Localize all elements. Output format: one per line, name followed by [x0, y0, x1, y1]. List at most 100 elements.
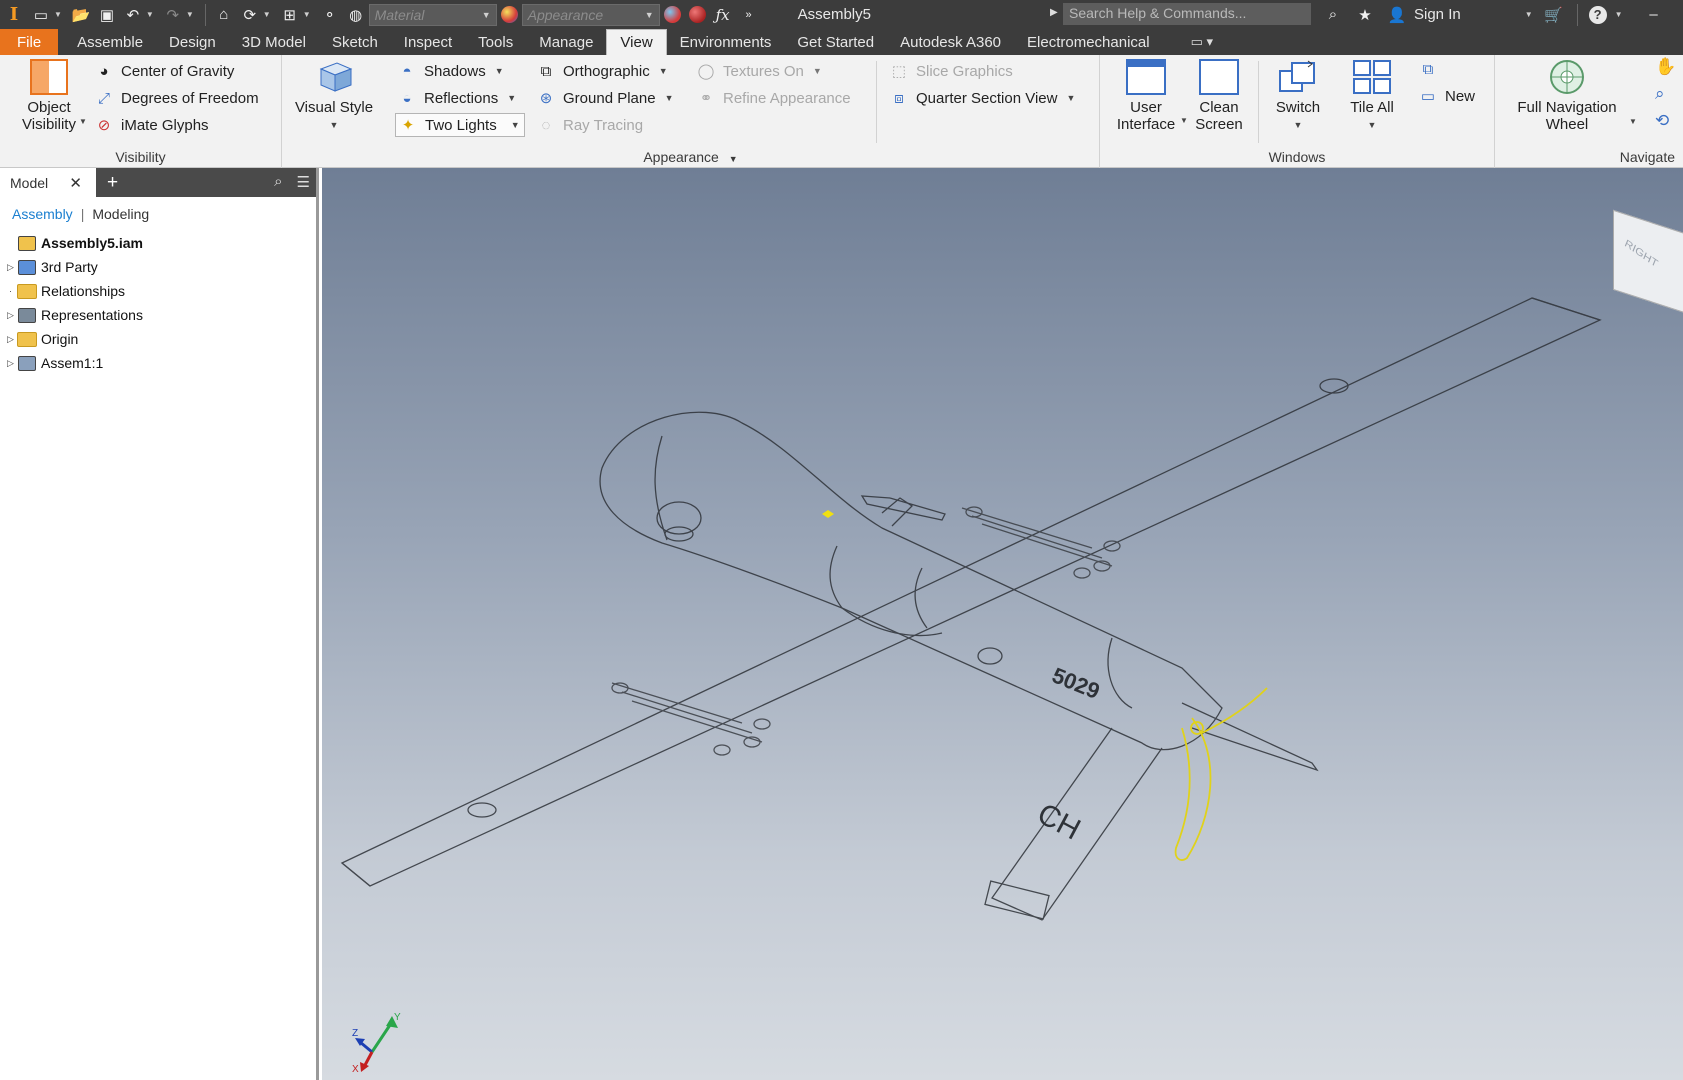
tree-node[interactable]: ▷ Representations	[4, 303, 316, 327]
textures-on-button[interactable]: ◯ Textures On ▼	[696, 59, 822, 83]
menu-icon[interactable]: ☰	[297, 173, 310, 191]
caret-right-icon[interactable]: ▶	[1050, 7, 1058, 18]
binoculars-icon[interactable]: ⌕	[1322, 3, 1344, 27]
overflow-icon[interactable]: »	[738, 3, 760, 27]
search-icon[interactable]: ⌕	[274, 173, 282, 191]
clear-appearance-icon[interactable]	[688, 6, 706, 23]
redo-dropdown-icon[interactable]: ▼	[186, 10, 194, 19]
switch-button[interactable]: Switch ▼	[1268, 59, 1328, 134]
new-dropdown-icon[interactable]: ▼	[54, 10, 62, 19]
select-icon[interactable]: ⊞	[279, 3, 301, 27]
orbit-icon[interactable]: ⟲	[1655, 111, 1676, 131]
help-icon[interactable]: ?	[1588, 5, 1607, 24]
expand-arrow-icon[interactable]: ▷	[4, 262, 17, 273]
cascade-button[interactable]: ⧉	[1418, 57, 1445, 81]
adjust-appearance-icon[interactable]	[663, 6, 681, 23]
add-browser-tab-icon[interactable]: +	[107, 172, 118, 194]
pan-hand-icon[interactable]: ✋	[1655, 57, 1676, 77]
measure-icon[interactable]: ⚬	[319, 3, 341, 27]
expand-arrow-icon[interactable]: ▷	[4, 334, 17, 345]
model-tab[interactable]: Model ✕	[0, 168, 96, 197]
tree-node[interactable]: ▷ Origin	[4, 327, 316, 351]
undo-dropdown-icon[interactable]: ▼	[146, 10, 154, 19]
degrees-of-freedom-button[interactable]: ⤢ Degrees of Freedom	[94, 86, 259, 110]
user-icon[interactable]: 👤	[1386, 3, 1408, 27]
select-dropdown-icon[interactable]: ▼	[303, 10, 311, 19]
tab-autodesk-a360[interactable]: Autodesk A360	[887, 29, 1014, 55]
save-icon[interactable]: ▣	[96, 3, 118, 27]
sign-in-dropdown-icon[interactable]: ▼	[1525, 10, 1533, 19]
tree-node[interactable]: ▷ Assem1:1	[4, 351, 316, 375]
redo-icon[interactable]: ↷	[162, 3, 184, 27]
expand-arrow-icon[interactable]: ▷	[4, 358, 17, 369]
center-of-gravity-button[interactable]: ◕ Center of Gravity	[94, 59, 234, 83]
tab-tools[interactable]: Tools	[465, 29, 526, 55]
material-combo[interactable]: Material ▼	[368, 3, 497, 26]
chevron-down-icon[interactable]: ▼	[507, 93, 516, 103]
chevron-down-icon[interactable]: ▼	[665, 93, 674, 103]
search-help-input[interactable]: Search Help & Commands...	[1063, 3, 1311, 25]
parameters-fx-icon[interactable]: ƒx	[712, 3, 734, 27]
tree-node[interactable]: · Relationships	[4, 279, 316, 303]
orthographic-button[interactable]: ⧉ Orthographic ▼	[536, 59, 668, 83]
tab-view[interactable]: View	[606, 29, 667, 55]
tab-design[interactable]: Design	[156, 29, 229, 55]
refine-appearance-button[interactable]: ⚭ Refine Appearance	[696, 86, 851, 110]
tab-get-started[interactable]: Get Started	[784, 29, 887, 55]
chevron-down-icon[interactable]: ▼	[495, 66, 504, 76]
home-icon[interactable]: ⌂	[213, 3, 235, 27]
tab-manage[interactable]: Manage	[526, 29, 606, 55]
undo-icon[interactable]: ↶	[122, 3, 144, 27]
update-dropdown-icon[interactable]: ▼	[263, 10, 271, 19]
clean-screen-button[interactable]: Clean Screen	[1191, 59, 1247, 133]
color-override-icon[interactable]: ◍	[345, 3, 367, 27]
reflections-button[interactable]: ◒ Reflections ▼	[397, 86, 516, 110]
tab-file[interactable]: File	[0, 29, 59, 55]
expand-arrow-icon[interactable]: ▷	[4, 310, 17, 321]
new-window-button[interactable]: ▭ New	[1418, 84, 1475, 108]
user-interface-dropdown-icon[interactable]: ▼	[1180, 116, 1188, 125]
minimize-icon[interactable]: –	[1643, 3, 1665, 27]
visual-style-dropdown-icon[interactable]: ▼	[293, 117, 375, 134]
object-visibility-dropdown-icon[interactable]: ▼	[79, 117, 87, 126]
tile-all-button[interactable]: Tile All ▼	[1340, 59, 1404, 134]
navigation-wheel-dropdown-icon[interactable]: ▼	[1629, 117, 1637, 126]
graphics-viewport[interactable]: RIGHT 5029 CH Y Z X	[322, 168, 1683, 1080]
open-icon[interactable]: 📂	[70, 3, 92, 27]
visual-style-button[interactable]: Visual Style ▼	[293, 59, 375, 134]
inventor-app-icon[interactable]: I	[0, 0, 28, 29]
update-icon[interactable]: ⟳	[239, 3, 261, 27]
quarter-section-view-button[interactable]: ⧈ Quarter Section View ▼	[889, 86, 1075, 110]
ribbon-display-options-icon[interactable]: ▭ ▾	[1191, 29, 1213, 55]
ground-plane-button[interactable]: ⊛ Ground Plane ▼	[536, 86, 674, 110]
switch-dropdown-icon[interactable]: ▼	[1268, 117, 1328, 134]
user-interface-button[interactable]: User Interface	[1111, 59, 1181, 133]
tab-assemble[interactable]: Assemble	[64, 29, 156, 55]
tab-electromechanical[interactable]: Electromechanical	[1014, 29, 1163, 55]
tree-node[interactable]: Assembly5.iam	[4, 231, 316, 255]
tab-inspect[interactable]: Inspect	[391, 29, 465, 55]
chevron-down-icon[interactable]: ▼	[659, 66, 668, 76]
panel-expand-icon[interactable]: ▼	[729, 154, 738, 164]
ray-tracing-button[interactable]: ◌ Ray Tracing	[536, 113, 644, 137]
close-icon[interactable]: ✕	[69, 174, 82, 192]
uav-wireframe-model[interactable]: 5029 CH	[322, 168, 1683, 1080]
favorites-star-icon[interactable]: ★	[1354, 3, 1376, 27]
help-dropdown-icon[interactable]: ▼	[1615, 10, 1623, 19]
tab-3d-model[interactable]: 3D Model	[229, 29, 319, 55]
appearance-panel-title[interactable]: Appearance ▼	[282, 149, 1099, 165]
modeling-subtab[interactable]: Modeling	[92, 206, 149, 222]
imate-glyphs-button[interactable]: ⊘ iMate Glyphs	[94, 113, 209, 137]
lighting-style-dropdown[interactable]: ✦ Two Lights ▼	[395, 113, 525, 137]
sign-in-link[interactable]: Sign In	[1414, 6, 1461, 23]
chevron-down-icon[interactable]: ▼	[813, 66, 822, 76]
chevron-down-icon[interactable]: ▼	[1066, 93, 1075, 103]
slice-graphics-button[interactable]: ⬚ Slice Graphics	[889, 59, 1013, 83]
shadows-button[interactable]: ◓ Shadows ▼	[397, 59, 504, 83]
cart-icon[interactable]: 🛒	[1543, 3, 1565, 27]
zoom-icon[interactable]: ⌕	[1655, 84, 1676, 104]
tree-node[interactable]: ▷ 3rd Party	[4, 255, 316, 279]
full-navigation-wheel-button[interactable]: Full Navigation Wheel	[1507, 59, 1627, 133]
object-visibility-button[interactable]: Object Visibility	[10, 59, 88, 133]
appearance-combo[interactable]: Appearance ▼	[521, 3, 660, 26]
